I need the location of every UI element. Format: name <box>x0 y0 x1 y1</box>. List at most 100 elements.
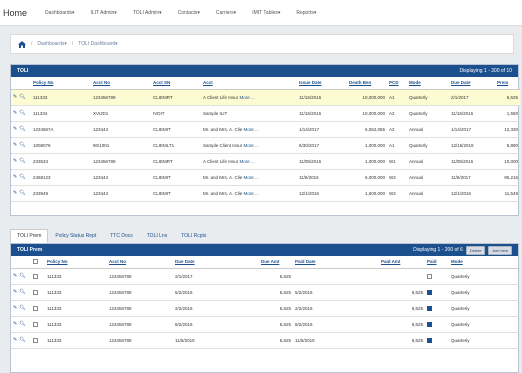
prem-table-row[interactable]: ✎ 🔍︎ 111333 123456789 2/1/2017 6,625 Quarterly <box>11 268 520 285</box>
nav-menu-item[interactable]: TOLI Admin▾ <box>125 10 170 16</box>
edit-icon[interactable]: ✎ <box>13 158 17 164</box>
nav-menu-item[interactable]: Carriers▾ <box>208 10 244 16</box>
row-checkbox[interactable] <box>33 305 38 311</box>
tab-item[interactable]: TOLI Prem <box>10 229 49 243</box>
prem-column-header[interactable]: Paid Amt <box>379 256 425 269</box>
more-link[interactable]: More ... <box>240 159 255 164</box>
edit-icon[interactable]: ✎ <box>13 174 17 180</box>
toli-column-header[interactable]: Acct <box>201 77 297 90</box>
toli-column-header[interactable]: Issue Date <box>297 77 347 90</box>
prem-column-header[interactable]: Paid <box>425 256 449 269</box>
nav-menu-item[interactable]: ILIT Admin▾ <box>83 10 125 16</box>
prem-column-header[interactable] <box>31 256 45 269</box>
add-new-button[interactable]: Add new <box>488 245 512 255</box>
table-cell: 111334 <box>31 105 91 122</box>
toli-column-header[interactable]: Acct SN <box>151 77 201 90</box>
prem-column-header[interactable]: Mode <box>449 256 520 269</box>
prem-column-header[interactable]: Policy No <box>45 256 107 269</box>
edit-icon[interactable]: ✎ <box>13 321 17 327</box>
view-icon[interactable]: 🔍︎ <box>19 289 25 295</box>
row-checkbox[interactable] <box>33 289 38 295</box>
breadcrumb-dashboards[interactable]: Dashboards▾ <box>37 41 66 47</box>
edit-icon[interactable]: ✎ <box>13 190 17 196</box>
view-icon[interactable]: 🔍︎ <box>19 305 25 311</box>
toli-column-header[interactable]: Prem <box>495 77 520 90</box>
view-icon[interactable]: 🔍︎ <box>19 110 25 116</box>
row-checkbox[interactable] <box>33 321 38 327</box>
toli-table-row[interactable]: ✎ 🔍︎ 233534 123456789 CLIEMRT A Client Life I… <box>11 153 520 170</box>
paid-cell <box>425 268 449 285</box>
edit-icon[interactable]: ✎ <box>13 305 17 311</box>
view-icon[interactable]: 🔍︎ <box>19 126 25 132</box>
nav-menu-item[interactable]: Reports▾ <box>288 10 324 16</box>
table-cell: 6,625 <box>379 300 425 317</box>
toli-table-row[interactable]: ✎ 🔍︎ 2468123 123444 CLIEMIT Mr. and Mrs. A. C… <box>11 169 520 186</box>
toli-column-header[interactable]: Due Date <box>449 77 495 90</box>
view-icon[interactable]: 🔍︎ <box>19 142 25 148</box>
paid-checkbox[interactable] <box>427 321 432 327</box>
delete-button[interactable]: Delete <box>465 245 486 255</box>
edit-icon[interactable]: ✎ <box>13 337 17 343</box>
tab-item[interactable]: TOLI Rcpts <box>174 229 213 243</box>
toli-table-row[interactable]: ✎ 🔍︎ 1234567A 123444 CLIEMIT Mr. and Mrs. A. … <box>11 121 520 138</box>
toli-table-row[interactable]: ✎ 🔍︎ 111334 XVIJD1 IVDIT Sample ILIT 11/15/20… <box>11 105 520 122</box>
more-link[interactable]: More ... <box>244 127 259 132</box>
tab-item[interactable]: Policy Status Rept <box>48 229 103 243</box>
toli-column-header[interactable]: Policy No <box>31 77 91 90</box>
paid-checkbox[interactable] <box>427 273 432 279</box>
table-cell: 111333 <box>45 300 107 317</box>
acct-cell: Mr. and Mrs. A. Clie More ... <box>201 121 297 138</box>
toli-column-header[interactable] <box>11 77 31 90</box>
view-icon[interactable]: 🔍︎ <box>19 158 25 164</box>
breadcrumb-toli-dashboard[interactable]: TOLI Dashboard▾ <box>78 41 117 47</box>
toli-column-header[interactable]: Acct No <box>91 77 151 90</box>
nav-menu-item[interactable]: IMIT Tables▾ <box>244 10 288 16</box>
paid-checkbox[interactable] <box>427 305 432 311</box>
toli-column-header[interactable]: PCD <box>387 77 407 90</box>
toli-table-row[interactable]: ✎ 🔍︎ 111333 123456789 CLIEMRT A Client Life I… <box>11 89 520 106</box>
view-icon[interactable]: 🔍︎ <box>19 190 25 196</box>
prem-table-row[interactable]: ✎ 🔍︎ 111333 123456789 2/2/2016 6,625 2/2/2016 6… <box>11 300 520 317</box>
row-select-cell <box>31 300 45 317</box>
nav-menu-item[interactable]: Contacts▾ <box>170 10 208 16</box>
view-icon[interactable]: 🔍︎ <box>19 273 25 279</box>
prem-table-row[interactable]: ✎ 🔍︎ 111333 123456789 8/2/2016 6,625 8/2/2016 6… <box>11 316 520 333</box>
tab-item[interactable]: TTC Docs <box>103 229 140 243</box>
edit-icon[interactable]: ✎ <box>13 110 17 116</box>
edit-icon[interactable]: ✎ <box>13 273 17 279</box>
toli-column-header[interactable]: Death Ben <box>347 77 387 90</box>
view-icon[interactable]: 🔍︎ <box>19 174 25 180</box>
home-link[interactable]: Home <box>3 8 27 18</box>
prem-column-header[interactable]: Acct No <box>107 256 173 269</box>
more-link[interactable]: More ... <box>240 95 255 100</box>
paid-checkbox[interactable] <box>427 289 432 295</box>
prem-column-header[interactable]: Due Amt <box>259 256 293 269</box>
view-icon[interactable]: 🔍︎ <box>19 321 25 327</box>
edit-icon[interactable]: ✎ <box>13 142 17 148</box>
view-icon[interactable]: 🔍︎ <box>19 337 25 343</box>
more-link[interactable]: More ... <box>244 143 259 148</box>
select-all-checkbox[interactable] <box>33 259 38 265</box>
toli-table-row[interactable]: ✎ 🔍︎ 1008076 90/1001 CLIEMLT1 Sample Client I… <box>11 137 520 154</box>
more-link[interactable]: More ... <box>244 175 259 180</box>
row-checkbox[interactable] <box>33 273 38 279</box>
prem-column-header[interactable]: Due Date <box>173 256 259 269</box>
paid-checkbox[interactable] <box>427 337 432 343</box>
edit-icon[interactable]: ✎ <box>13 126 17 132</box>
prem-column-header[interactable] <box>11 256 31 269</box>
row-checkbox[interactable] <box>33 337 38 343</box>
nav-menu-item[interactable]: Dashboards▾ <box>37 10 82 16</box>
more-link[interactable]: More ... <box>244 191 259 196</box>
prem-table-row[interactable]: ✎ 🔍︎ 111333 123456789 11/5/2015 6,625 11/5/201… <box>11 332 520 349</box>
toli-column-header[interactable]: Mode <box>407 77 449 90</box>
view-icon[interactable]: 🔍︎ <box>19 94 25 100</box>
toli-table-row[interactable]: ✎ 🔍︎ 233949 123444 CLIEMIT Mr. and Mrs. A. Cl… <box>11 185 520 202</box>
table-cell: 1,600,000 <box>347 185 387 202</box>
prem-column-header[interactable]: Paid Date <box>293 256 379 269</box>
edit-icon[interactable]: ✎ <box>13 289 17 295</box>
prem-table-row[interactable]: ✎ 🔍︎ 111333 123456789 5/2/2016 6,625 5/2/2016 6… <box>11 284 520 301</box>
table-cell: 6,625 <box>379 332 425 349</box>
edit-icon[interactable]: ✎ <box>13 94 17 100</box>
home-icon[interactable] <box>18 40 26 48</box>
tab-item[interactable]: TOLI Lns <box>140 229 174 243</box>
